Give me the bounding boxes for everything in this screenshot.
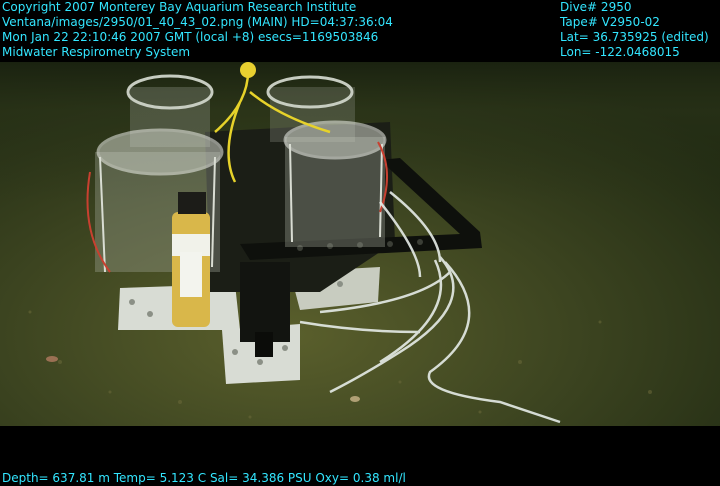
seafloor-scene [0,62,720,426]
tape-number: Tape# V2950-02 [560,15,660,29]
overlay-bottom: Depth= 637.81 m Temp= 5.123 C Sal= 34.38… [2,471,406,486]
connector-cluster [240,262,290,342]
system-name-line: Midwater Respirometry System [2,45,191,59]
timestamp-line: Mon Jan 22 22:10:46 2007 GMT (local +8) … [2,30,379,44]
image-path-line: Ventana/images/2950/01_40_43_02.png (MAI… [2,15,393,29]
sensor-readout: Depth= 637.81 m Temp= 5.123 C Sal= 34.38… [2,471,406,485]
latitude: Lat= 36.735925 (edited) [560,30,709,44]
longitude: Lon= -122.0468015 [560,45,680,59]
copyright-line: Copyright 2007 Monterey Bay Aquarium Res… [2,0,357,14]
overlay-top-right: Dive# 2950 Tape# V2950-02 Lat= 36.735925… [560,0,709,60]
video-frame: Copyright 2007 Monterey Bay Aquarium Res… [0,0,720,486]
chamber-front-right [283,120,389,247]
dive-number: Dive# 2950 [560,0,632,14]
small-organism [46,356,58,362]
respirometer-illustration [0,62,720,426]
overlay-top-left: Copyright 2007 Monterey Bay Aquarium Res… [2,0,393,60]
